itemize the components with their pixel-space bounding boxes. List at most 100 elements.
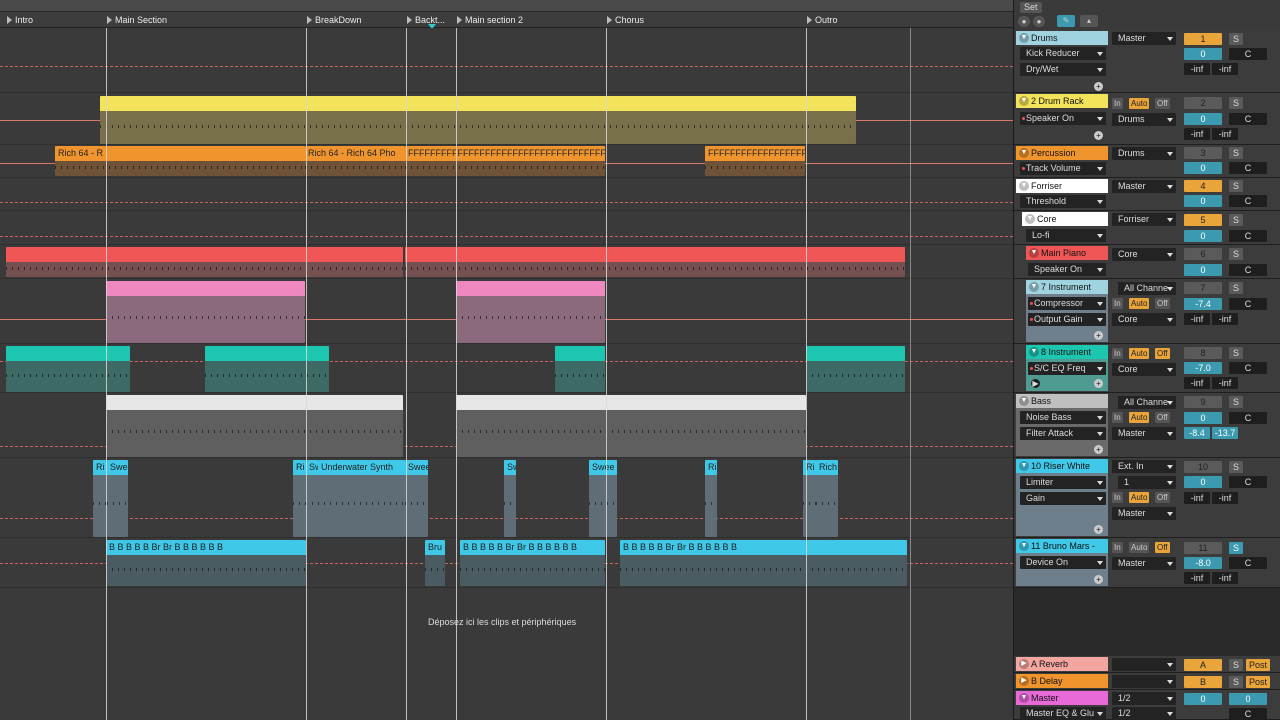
- volume-field[interactable]: -8.0: [1184, 557, 1222, 569]
- add-device-icon[interactable]: +: [1094, 379, 1103, 388]
- off-button[interactable]: Off: [1155, 98, 1170, 109]
- clip-sweep[interactable]: Swee: [107, 460, 128, 537]
- output-select[interactable]: Drums: [1112, 147, 1176, 160]
- fold-icon[interactable]: ▼: [1019, 396, 1029, 406]
- locator-breakdown[interactable]: BreakDown: [306, 12, 402, 28]
- device-select[interactable]: Track Volume: [1020, 162, 1106, 175]
- track-name[interactable]: ▼ Core: [1022, 212, 1108, 226]
- clip-8-instrument[interactable]: [555, 346, 605, 392]
- solo-button[interactable]: S: [1229, 33, 1243, 45]
- input-select[interactable]: Ext. In: [1112, 460, 1176, 473]
- volume-field[interactable]: 0: [1184, 264, 1222, 276]
- param-select[interactable]: Gain: [1020, 492, 1106, 505]
- pan-field[interactable]: C: [1229, 557, 1267, 569]
- track-number[interactable]: 10: [1184, 461, 1222, 473]
- input-button[interactable]: In: [1112, 98, 1123, 109]
- off-button[interactable]: Off: [1155, 298, 1170, 309]
- off-button[interactable]: Off: [1155, 348, 1170, 359]
- input-button[interactable]: In: [1112, 412, 1123, 423]
- volume-field[interactable]: 0: [1184, 476, 1222, 488]
- add-device-icon[interactable]: +: [1094, 331, 1103, 340]
- fold-icon[interactable]: ▶: [1019, 659, 1029, 669]
- clip-bruno-fragments[interactable]: B B B B B Br Br B B B B B B: [620, 540, 907, 586]
- output-select[interactable]: Drums: [1112, 113, 1176, 126]
- add-device-icon[interactable]: +: [1094, 445, 1103, 454]
- pan-field[interactable]: C: [1229, 113, 1267, 125]
- output-select[interactable]: Master: [1112, 32, 1176, 45]
- volume-field[interactable]: 0: [1184, 195, 1222, 207]
- fold-icon[interactable]: ▼: [1019, 33, 1029, 43]
- locator-chorus[interactable]: Chorus: [606, 12, 802, 28]
- clip-8-instrument[interactable]: [205, 346, 329, 392]
- clip-underwater-synth[interactable]: Underwater Synth: [318, 460, 405, 537]
- fold-icon[interactable]: ▼: [1019, 148, 1029, 158]
- volume-field[interactable]: -7.4: [1184, 298, 1222, 310]
- clip-rich-64-pho[interactable]: Rich 64 - Rich 64 Pho: [305, 146, 405, 176]
- track-name[interactable]: ▼ Forriser: [1016, 179, 1108, 193]
- track-number[interactable]: 7: [1184, 282, 1222, 294]
- fold-icon[interactable]: ▼: [1019, 181, 1029, 191]
- input-button[interactable]: In: [1112, 492, 1123, 503]
- track-name[interactable]: ▼ Bass: [1016, 394, 1108, 408]
- track-number[interactable]: 6: [1184, 248, 1222, 260]
- device-select[interactable]: Noise Bass: [1020, 411, 1106, 424]
- fold-icon[interactable]: ▼: [1029, 282, 1039, 292]
- output-select[interactable]: [1112, 658, 1176, 671]
- add-device-icon[interactable]: +: [1094, 525, 1103, 534]
- clip-sweep[interactable]: Swee: [405, 460, 428, 537]
- cue-volume-field[interactable]: 0: [1229, 693, 1267, 705]
- output-select[interactable]: 1/2: [1112, 692, 1176, 705]
- clip-7-instrument[interactable]: [456, 281, 605, 343]
- track-name[interactable]: ▼ 8 Instrument: [1026, 345, 1108, 359]
- off-button[interactable]: Off: [1155, 412, 1170, 423]
- track-name[interactable]: ▼ Percussion: [1016, 146, 1108, 160]
- clip-riser[interactable]: Ri: [705, 460, 717, 537]
- clip-riser[interactable]: Ri: [93, 460, 107, 537]
- volume-field[interactable]: 0: [1184, 113, 1222, 125]
- volume-field[interactable]: -7.0: [1184, 362, 1222, 374]
- device-select[interactable]: Compressor: [1028, 297, 1106, 310]
- auto-button[interactable]: Auto: [1129, 298, 1150, 309]
- track-number[interactable]: 3: [1184, 147, 1222, 159]
- auto-button[interactable]: Auto: [1129, 492, 1150, 503]
- master-name[interactable]: ▼ Master: [1016, 691, 1108, 705]
- param-select[interactable]: Output Gain: [1028, 313, 1106, 326]
- pan-field[interactable]: C: [1229, 298, 1267, 310]
- track-name[interactable]: ▼ 7 Instrument: [1026, 280, 1108, 294]
- pan-field[interactable]: C: [1229, 48, 1267, 60]
- return-name[interactable]: ▶ B Delay: [1016, 674, 1108, 688]
- beat-time-ruler[interactable]: [0, 0, 1013, 12]
- pan-field[interactable]: C: [1229, 162, 1267, 174]
- auto-button[interactable]: Auto: [1129, 412, 1150, 423]
- clip-bruno-fragments[interactable]: B B B B B Br Br B B B B B B: [460, 540, 605, 586]
- track-name[interactable]: ▼ Main Piano: [1026, 246, 1108, 260]
- input-button[interactable]: In: [1112, 298, 1123, 309]
- device-select[interactable]: Threshold: [1020, 195, 1106, 208]
- fold-icon[interactable]: ▶: [1019, 676, 1029, 686]
- output-select[interactable]: Core: [1112, 363, 1176, 376]
- output-select[interactable]: [1112, 675, 1176, 688]
- locator-main-section-2[interactable]: Main section 2: [456, 12, 602, 28]
- locator-main-section[interactable]: Main Section: [106, 12, 302, 28]
- drop-zone-text[interactable]: Déposez ici les clips et périphériques: [428, 617, 576, 627]
- solo-button[interactable]: S: [1229, 180, 1243, 192]
- output-select[interactable]: Master: [1112, 427, 1176, 440]
- add-device-icon[interactable]: +: [1094, 131, 1103, 140]
- fold-icon[interactable]: ▼: [1019, 96, 1029, 106]
- volume-field[interactable]: 0: [1184, 230, 1222, 242]
- clip-8-instrument[interactable]: [6, 346, 130, 392]
- pan-field[interactable]: C: [1229, 264, 1267, 276]
- pan-field[interactable]: C: [1229, 476, 1267, 488]
- add-icon[interactable]: ●: [1018, 16, 1030, 27]
- send-b-field[interactable]: -13.7: [1212, 427, 1238, 439]
- pan-field[interactable]: C: [1229, 708, 1267, 720]
- clip-sweep[interactable]: Swee: [589, 460, 617, 537]
- clip-main-piano[interactable]: [405, 247, 905, 277]
- set-label[interactable]: Set: [1020, 2, 1042, 13]
- solo-button[interactable]: S: [1229, 396, 1243, 408]
- clip-bruno-fragments[interactable]: B B B B B Br Br B B B B B B: [106, 540, 306, 586]
- input-select[interactable]: All Channe: [1118, 282, 1176, 295]
- clip-8-instrument[interactable]: [806, 346, 905, 392]
- solo-button[interactable]: S: [1229, 659, 1243, 671]
- clip-bass[interactable]: [106, 395, 403, 457]
